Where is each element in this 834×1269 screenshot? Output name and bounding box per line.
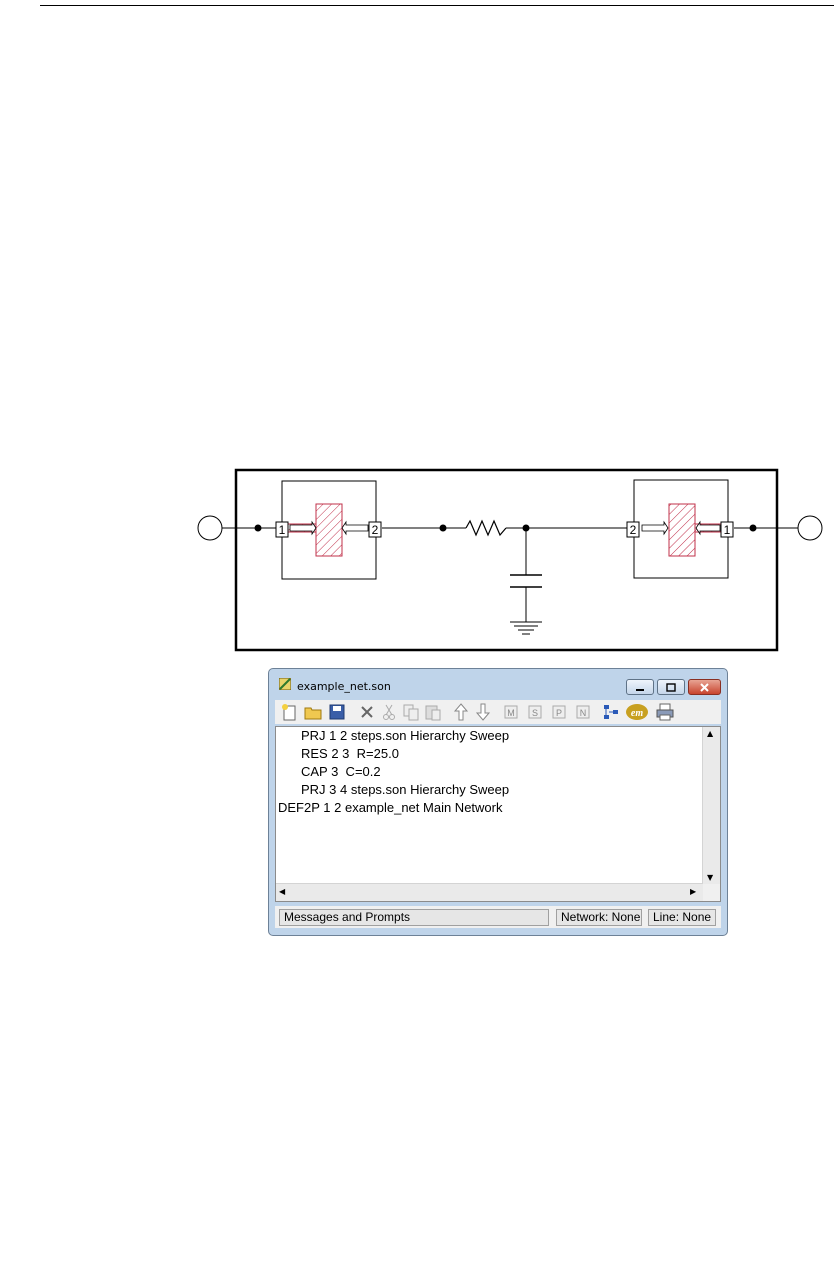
netlist-line[interactable]: CAP 3 C=0.2 bbox=[301, 764, 381, 780]
junction-dot bbox=[254, 524, 262, 532]
close-button[interactable] bbox=[688, 679, 721, 695]
delete-icon[interactable] bbox=[357, 702, 377, 722]
n-icon[interactable]: N bbox=[573, 702, 593, 722]
scroll-right-icon[interactable]: ▶ bbox=[690, 887, 696, 896]
page-top-rule bbox=[40, 5, 834, 6]
svg-text:em: em bbox=[631, 708, 643, 719]
copy-icon[interactable] bbox=[401, 702, 421, 722]
p-icon[interactable]: P bbox=[549, 702, 569, 722]
network-schematic: 1 2 2 1 bbox=[197, 468, 823, 652]
horizontal-scrollbar[interactable]: ◀ ▶ bbox=[276, 883, 703, 901]
project-box-left: 1 2 bbox=[275, 480, 382, 580]
maximize-button[interactable] bbox=[657, 679, 685, 695]
status-bar: Messages and Prompts Network: None Line:… bbox=[275, 906, 721, 928]
junction-dot bbox=[439, 524, 447, 532]
port-label: 1 bbox=[279, 523, 286, 537]
svg-text:P: P bbox=[556, 708, 562, 718]
close-icon bbox=[700, 683, 709, 692]
vertical-scrollbar[interactable]: ▲ ▼ bbox=[702, 727, 720, 884]
netlist-line[interactable]: DEF2P 1 2 example_net Main Network bbox=[278, 800, 502, 816]
port-label: 2 bbox=[630, 523, 637, 537]
cut-icon[interactable] bbox=[379, 702, 399, 722]
port-label: 1 bbox=[724, 523, 731, 537]
svg-text:M: M bbox=[507, 708, 515, 718]
move-up-icon[interactable] bbox=[451, 702, 471, 722]
move-down-icon[interactable] bbox=[473, 702, 493, 722]
junction-dot bbox=[749, 524, 757, 532]
netlist-line[interactable]: PRJ 1 2 steps.son Hierarchy Sweep bbox=[301, 728, 509, 744]
svg-text:N: N bbox=[580, 708, 587, 718]
new-file-icon[interactable] bbox=[279, 702, 299, 722]
network-icon[interactable] bbox=[601, 702, 621, 722]
netlist-line[interactable]: PRJ 3 4 steps.son Hierarchy Sweep bbox=[301, 782, 509, 798]
ground-symbol bbox=[510, 621, 542, 635]
em-icon[interactable]: em bbox=[625, 702, 649, 722]
status-messages: Messages and Prompts bbox=[279, 909, 549, 926]
scroll-left-icon[interactable]: ◀ bbox=[279, 887, 285, 896]
open-folder-icon[interactable] bbox=[303, 702, 323, 722]
status-line: Line: None bbox=[648, 909, 716, 926]
scrollbar-corner bbox=[703, 884, 720, 901]
print-icon[interactable] bbox=[655, 702, 675, 722]
external-port-left bbox=[197, 515, 223, 541]
minimize-button[interactable] bbox=[626, 679, 654, 695]
paste-icon[interactable] bbox=[423, 702, 443, 722]
status-network: Network: None bbox=[556, 909, 642, 926]
minimize-icon bbox=[636, 689, 644, 691]
netlist-text-area[interactable]: PRJ 1 2 steps.son Hierarchy Sweep RES 2 … bbox=[275, 726, 721, 902]
toolbar: M S P N em bbox=[275, 700, 721, 724]
scroll-down-icon[interactable]: ▼ bbox=[707, 873, 713, 882]
netlist-editor-window: example_net.son M S P N em PRJ 1 2 steps… bbox=[268, 668, 728, 936]
window-title: example_net.son bbox=[297, 680, 391, 693]
s-icon[interactable]: S bbox=[525, 702, 545, 722]
project-box-right: 2 1 bbox=[626, 479, 734, 579]
external-port-right bbox=[797, 515, 823, 541]
title-bar[interactable]: example_net.son bbox=[269, 669, 727, 697]
svg-text:S: S bbox=[532, 708, 538, 718]
netlist-line[interactable]: RES 2 3 R=25.0 bbox=[301, 746, 399, 762]
save-icon[interactable] bbox=[327, 702, 347, 722]
resistor-symbol bbox=[465, 519, 507, 537]
port-label: 2 bbox=[372, 523, 379, 537]
scroll-up-icon[interactable]: ▲ bbox=[707, 729, 713, 738]
m-icon[interactable]: M bbox=[501, 702, 521, 722]
app-icon bbox=[279, 678, 291, 690]
maximize-icon bbox=[666, 683, 676, 692]
